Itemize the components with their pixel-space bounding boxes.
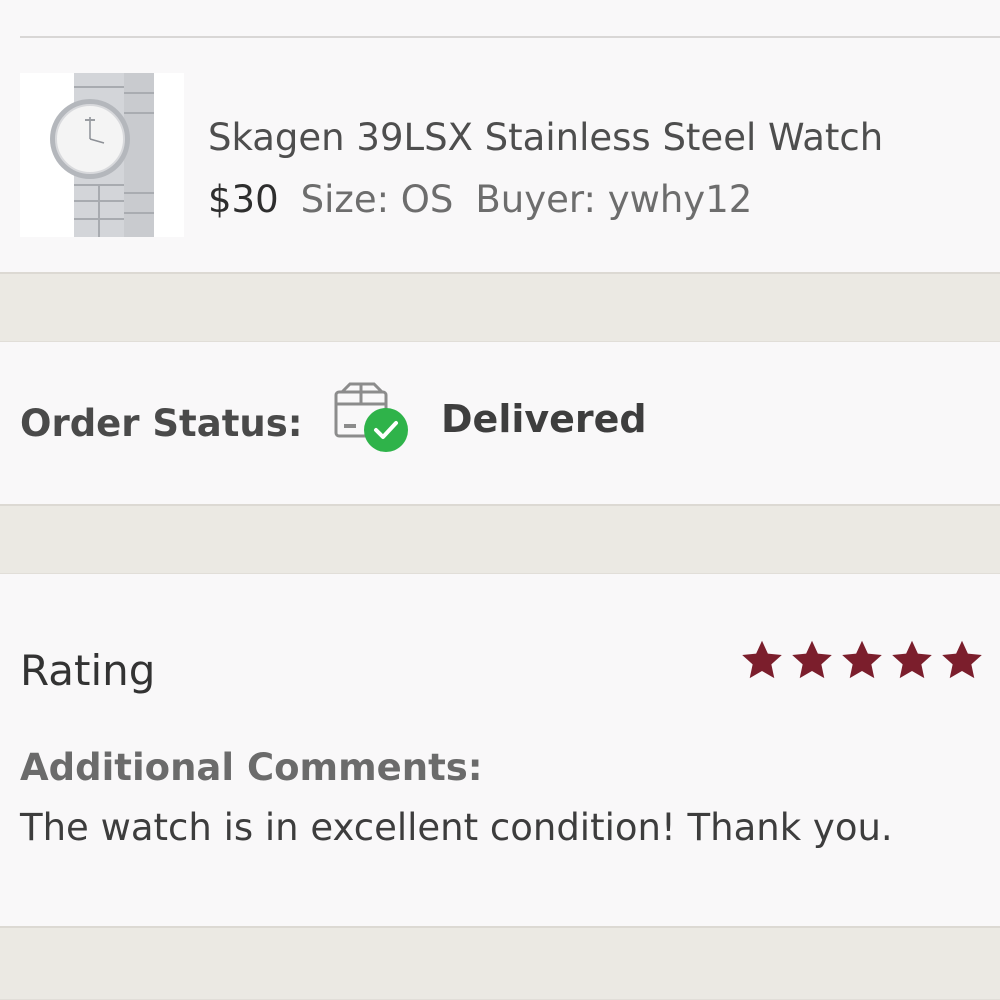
star-icon[interactable] <box>840 638 884 682</box>
item-thumbnail[interactable] <box>20 73 184 237</box>
item-price: $30 <box>208 178 279 221</box>
comments-text: The watch is in excellent condition! Tha… <box>20 806 893 849</box>
order-status-card: Order Status: Delivered <box>0 342 1000 504</box>
star-icon[interactable] <box>890 638 934 682</box>
star-icon[interactable] <box>940 638 984 682</box>
item-title: Skagen 39LSX Stainless Steel Watch <box>208 116 884 159</box>
star-icon[interactable] <box>740 638 784 682</box>
item-meta: $30 Size: OS Buyer: ywhy12 <box>208 178 774 221</box>
item-size: Size: OS <box>300 178 454 221</box>
watch-photo <box>20 73 184 237</box>
section-separator <box>0 504 1000 574</box>
rating-card: Rating Additional Comments: The watch is… <box>0 574 1000 926</box>
section-separator <box>0 926 1000 1000</box>
top-divider <box>20 36 1000 38</box>
item-card[interactable]: Skagen 39LSX Stainless Steel Watch $30 Si… <box>0 40 1000 272</box>
order-status-label: Order Status: <box>20 402 303 445</box>
section-separator <box>0 272 1000 342</box>
star-icon[interactable] <box>790 638 834 682</box>
package-delivered-icon <box>332 382 412 454</box>
comments-label: Additional Comments: <box>20 746 483 789</box>
item-buyer: Buyer: ywhy12 <box>475 178 753 221</box>
star-rating[interactable] <box>740 638 984 682</box>
order-status-value: Delivered <box>441 397 647 441</box>
rating-label: Rating <box>20 646 156 695</box>
